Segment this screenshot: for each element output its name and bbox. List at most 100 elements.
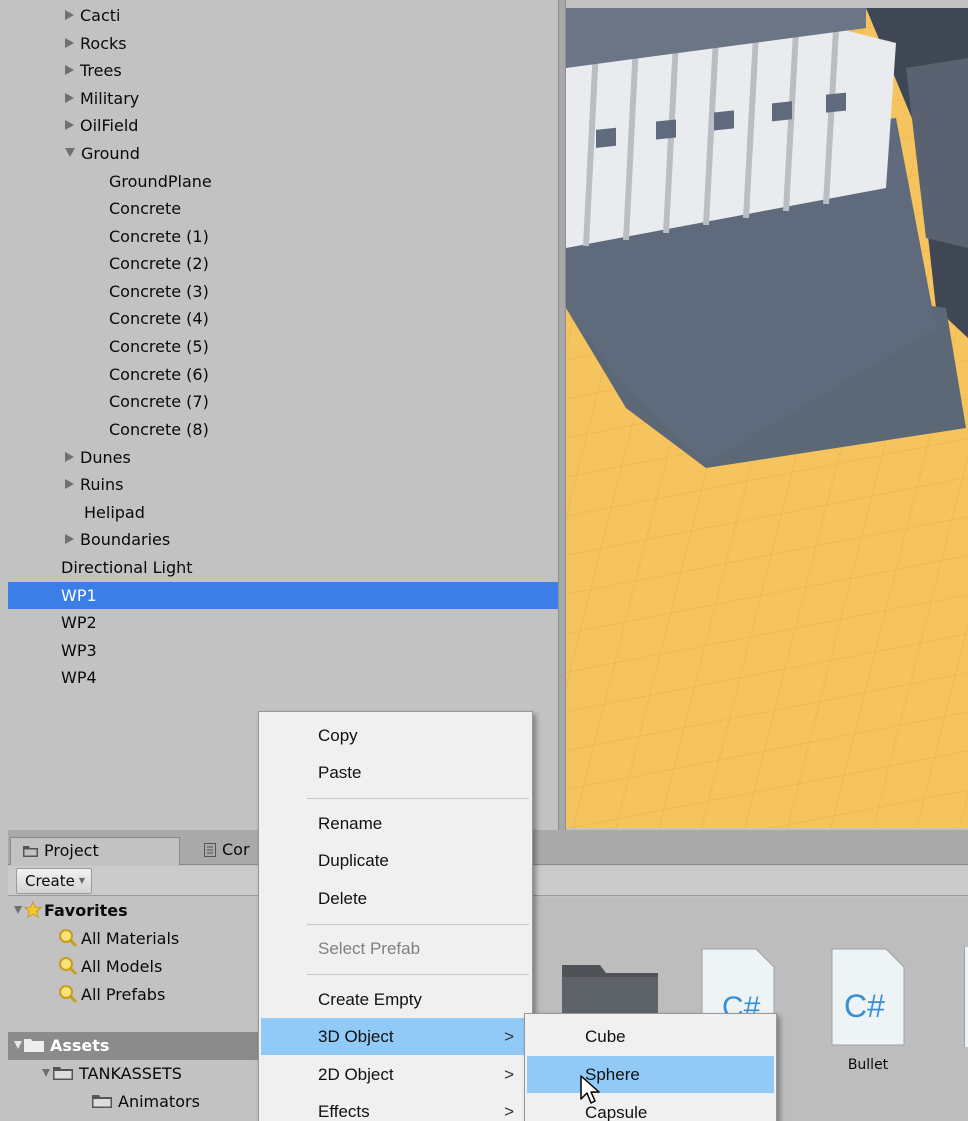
menu-item-rename[interactable]: Rename (261, 805, 530, 842)
hierarchy-item-boundaries[interactable]: Boundaries (8, 526, 558, 553)
hierarchy-item-concrete-3[interactable]: Concrete (3) (8, 278, 558, 305)
asset-bullet-script[interactable]: C# Bullet (830, 947, 906, 1097)
menu-item-duplicate[interactable]: Duplicate (261, 842, 530, 879)
hierarchy-item-concrete-7[interactable]: Concrete (7) (8, 388, 558, 415)
menu-item-effects[interactable]: Effects > (261, 1093, 530, 1121)
expand-arrow-icon[interactable] (65, 478, 74, 489)
submenu-item-sphere[interactable]: Sphere (527, 1056, 774, 1093)
tab-project[interactable]: Project (10, 837, 180, 865)
hierarchy-item-label: OilField (80, 116, 139, 135)
hierarchy-item-ground[interactable]: Ground (8, 140, 558, 167)
hierarchy-item-concrete-5[interactable]: Concrete (5) (8, 333, 558, 360)
hierarchy-item-wp4[interactable]: WP4 (8, 664, 558, 691)
folder-tankassets[interactable]: TANKASSETS (42, 1060, 182, 1088)
expand-arrow-icon[interactable] (65, 119, 74, 130)
hierarchy-item-label: Ruins (80, 475, 124, 494)
folder-animators[interactable]: Animators (92, 1088, 200, 1116)
hierarchy-item-concrete-4[interactable]: Concrete (4) (8, 305, 558, 332)
csharp-script-icon: C# (831, 948, 905, 1046)
menu-item-2d-object[interactable]: 2D Object > (261, 1056, 530, 1093)
hierarchy-item-label: Concrete (7) (109, 392, 209, 411)
assets-folder-row[interactable]: Assets (8, 1032, 258, 1060)
expand-arrow-icon[interactable] (65, 451, 74, 462)
menu-item-label: Effects (318, 1102, 370, 1121)
panel-divider[interactable] (558, 0, 566, 830)
expand-arrow-icon[interactable] (65, 37, 74, 48)
hierarchy-item-label: Trees (80, 61, 122, 80)
submenu-arrow-icon: > (504, 1065, 514, 1084)
menu-item-create-empty[interactable]: Create Empty (261, 981, 530, 1018)
hierarchy-item-oilfield[interactable]: OilField (8, 112, 558, 139)
submenu-arrow-icon: > (504, 1027, 514, 1046)
hierarchy-item-label: Boundaries (80, 530, 171, 549)
menu-separator (307, 924, 529, 925)
collapse-arrow-icon[interactable] (14, 905, 22, 914)
expand-arrow-icon[interactable] (65, 64, 74, 75)
hierarchy-item-concrete[interactable]: Concrete (8, 195, 558, 222)
menu-item-delete[interactable]: Delete (261, 880, 530, 917)
folder-icon (92, 1094, 112, 1108)
menu-separator (307, 974, 529, 975)
hierarchy-item-cacti[interactable]: Cacti (8, 2, 558, 29)
tab-console-label: Cor (222, 840, 250, 859)
folder-icon (53, 1066, 73, 1080)
favorite-all-prefabs[interactable]: All Prefabs (58, 981, 165, 1009)
hierarchy-item-trees[interactable]: Trees (8, 57, 558, 84)
menu-item-copy[interactable]: Copy (261, 717, 530, 754)
collapse-arrow-icon[interactable] (42, 1068, 50, 1077)
hierarchy-item-label: Rocks (80, 34, 127, 53)
hierarchy-item-military[interactable]: Military (8, 85, 558, 112)
submenu-item-capsule[interactable]: Capsule (527, 1094, 774, 1121)
expand-arrow-icon[interactable] (65, 92, 74, 103)
hierarchy-item-concrete-2[interactable]: Concrete (2) (8, 250, 558, 277)
hierarchy-item-concrete-6[interactable]: Concrete (6) (8, 361, 558, 388)
menu-item-label: Rename (318, 814, 383, 833)
menu-separator (307, 798, 529, 799)
collapse-arrow-icon[interactable] (14, 1040, 22, 1049)
submenu-arrow-icon: > (504, 1102, 514, 1121)
menu-item-label: 3D Object (318, 1027, 394, 1046)
hierarchy-item-rocks[interactable]: Rocks (8, 30, 558, 57)
hierarchy-item-label: GroundPlane (109, 172, 212, 191)
hierarchy-item-label: Concrete (4) (109, 309, 209, 328)
expand-arrow-icon[interactable] (65, 533, 74, 544)
hierarchy-item-helipad[interactable]: Helipad (8, 499, 558, 526)
hierarchy-item-label: Dunes (80, 448, 131, 467)
search-filter-icon (59, 928, 78, 947)
hierarchy-item-label: Concrete (2) (109, 254, 209, 273)
folder-label: TANKASSETS (79, 1064, 182, 1083)
collapse-arrow-icon[interactable] (65, 148, 75, 157)
menu-item-label: Create Empty (318, 990, 422, 1009)
favorites-header[interactable]: Favorites (14, 897, 128, 925)
hierarchy-item-directional-light[interactable]: Directional Light (8, 554, 558, 581)
menu-item-label: Duplicate (318, 851, 389, 870)
asset-partial[interactable] (964, 947, 968, 1047)
expand-arrow-icon[interactable] (65, 9, 74, 20)
hierarchy-item-label: Concrete (1) (109, 227, 209, 246)
submenu-item-label: Cube (585, 1027, 626, 1046)
context-menu: Copy Paste Rename Duplicate Delete Selec… (258, 711, 533, 1121)
submenu-item-cube[interactable]: Cube (527, 1018, 774, 1055)
hierarchy-item-wp3[interactable]: WP3 (8, 637, 558, 664)
hierarchy-item-wp2[interactable]: WP2 (8, 609, 558, 636)
menu-item-label: Paste (318, 763, 362, 782)
search-filter-icon (59, 984, 78, 1003)
create-dropdown-button[interactable]: Create ▼ (16, 868, 92, 894)
hierarchy-item-concrete-1[interactable]: Concrete (1) (8, 223, 558, 250)
hierarchy-item-label: Concrete (6) (109, 365, 209, 384)
hierarchy-item-label: Ground (81, 144, 140, 163)
hierarchy-item-label: Military (80, 89, 140, 108)
favorite-all-models[interactable]: All Models (58, 953, 162, 981)
hierarchy-item-dunes[interactable]: Dunes (8, 444, 558, 471)
menu-item-3d-object[interactable]: 3D Object > (261, 1018, 530, 1055)
favorite-all-materials[interactable]: All Materials (58, 925, 179, 953)
menu-item-label: Delete (318, 889, 368, 908)
project-folder-tree: Favorites All Materials All Models All P… (8, 897, 258, 1121)
submenu-3d-object: Cube Sphere Capsule (524, 1013, 777, 1121)
hierarchy-item-groundplane[interactable]: GroundPlane (8, 168, 558, 195)
hierarchy-item-concrete-8[interactable]: Concrete (8) (8, 416, 558, 443)
menu-item-paste[interactable]: Paste (261, 754, 530, 791)
scene-view[interactable] (566, 8, 968, 828)
hierarchy-item-wp1[interactable]: WP1 (8, 582, 558, 609)
hierarchy-item-ruins[interactable]: Ruins (8, 471, 558, 498)
